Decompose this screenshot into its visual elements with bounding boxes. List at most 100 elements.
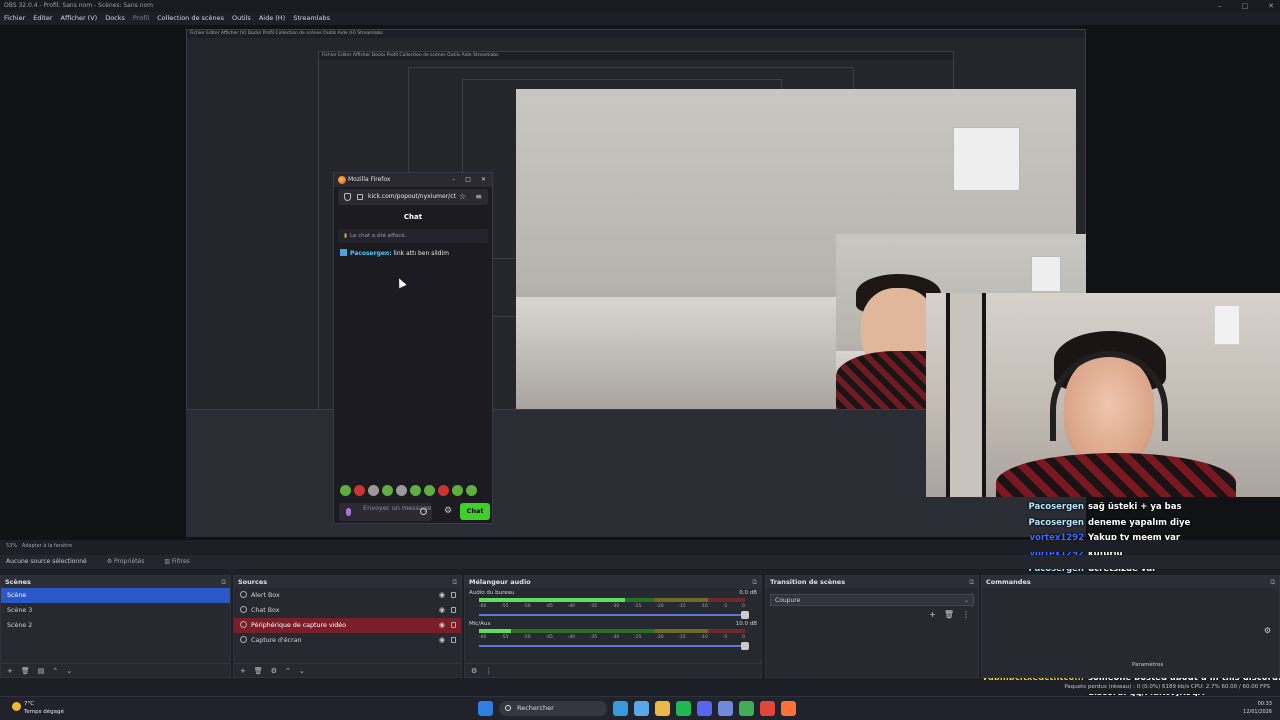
- firefox-popup-window[interactable]: Mozilla Firefox – □ ✕ kick.com/popout/ny…: [333, 172, 493, 524]
- taskbar-app-icon[interactable]: [697, 701, 712, 716]
- taskbar-app-icon[interactable]: [718, 701, 733, 716]
- source-item[interactable]: Chat Box ◉: [234, 603, 461, 618]
- chat-username[interactable]: Pacosergen:: [350, 250, 392, 257]
- volume-knob[interactable]: [741, 642, 749, 650]
- source-item[interactable]: Capture d'écran ◉: [234, 633, 461, 648]
- menu-item[interactable]: Collection de scènes: [157, 12, 224, 25]
- gear-icon[interactable]: ⚙: [444, 506, 452, 516]
- weather-widget[interactable]: 7°C Temps dégagé: [12, 700, 64, 716]
- gear-icon[interactable]: ⚙: [1264, 626, 1271, 635]
- emote-icon[interactable]: [466, 485, 477, 496]
- scene-filter-button[interactable]: ▤: [38, 664, 45, 677]
- search-label: Rechercher: [517, 704, 554, 712]
- zoom-value[interactable]: 53%: [6, 543, 17, 549]
- add-source-button[interactable]: +: [240, 664, 246, 677]
- taskbar-app-icon[interactable]: [634, 701, 649, 716]
- settings-button[interactable]: Paramètres: [1132, 662, 1163, 668]
- taskbar-app-icon[interactable]: [613, 701, 628, 716]
- lock-icon[interactable]: [451, 592, 456, 598]
- star-icon[interactable]: ☆: [459, 189, 466, 205]
- zoom-mode[interactable]: Adapter à la fenêtre: [22, 543, 72, 549]
- add-scene-button[interactable]: +: [7, 664, 13, 677]
- ff-minimize-icon[interactable]: –: [452, 173, 455, 187]
- transition-value: Coupure: [775, 597, 801, 604]
- menu-item[interactable]: Fichier: [4, 12, 25, 25]
- menu-icon[interactable]: ≡: [475, 189, 482, 205]
- meter-ticks: -60 -55 -50 -45 -40 -35 -30 -25 -20 -15 -10 -5 0: [479, 604, 757, 609]
- ff-close-icon[interactable]: ✕: [481, 173, 486, 187]
- menu-item[interactable]: Aide (H): [259, 12, 285, 25]
- mixer-settings-icon[interactable]: ⚙: [471, 664, 477, 677]
- volume-knob[interactable]: [741, 611, 749, 619]
- start-icon[interactable]: [478, 701, 493, 716]
- menu-item[interactable]: Editer: [33, 12, 52, 25]
- visibility-eye-icon[interactable]: ◉: [439, 603, 445, 618]
- taskbar-search[interactable]: Rechercher: [499, 701, 607, 716]
- taskbar-app-icon[interactable]: [781, 701, 796, 716]
- taskbar-app-icon[interactable]: [739, 701, 754, 716]
- visibility-eye-icon[interactable]: ◉: [439, 633, 445, 648]
- undock-icon[interactable]: ⧉: [1270, 576, 1275, 588]
- emote-icon[interactable]: [438, 485, 449, 496]
- emote-icon[interactable]: [382, 485, 393, 496]
- minimize-icon[interactable]: –: [1218, 0, 1222, 12]
- emote-icon[interactable]: [368, 485, 379, 496]
- mixer-menu-icon[interactable]: ⋮: [485, 664, 492, 677]
- source-item[interactable]: Alert Box ◉: [234, 588, 461, 603]
- source-item[interactable]: Périphérique de capture vidéo ◉: [234, 618, 461, 633]
- menu-item[interactable]: Afficher (V): [61, 12, 98, 25]
- remove-scene-button[interactable]: 🗑: [21, 664, 30, 677]
- transition-menu-icon[interactable]: ⋮: [962, 610, 970, 619]
- undock-icon[interactable]: ⧉: [221, 576, 226, 588]
- emote-icon[interactable]: [424, 485, 435, 496]
- lock-icon[interactable]: [451, 622, 456, 628]
- lock-icon[interactable]: [451, 637, 456, 643]
- meter-tick-label: -15: [678, 635, 686, 640]
- chat-input[interactable]: Envoyer un message: [339, 503, 432, 521]
- scene-item[interactable]: Scène: [1, 588, 230, 603]
- maximize-icon[interactable]: □: [1242, 0, 1249, 12]
- add-transition-button[interactable]: +: [929, 610, 936, 619]
- system-tray[interactable]: 00:33 12/01/2026: [1243, 700, 1272, 716]
- menu-item[interactable]: Profil: [133, 12, 149, 25]
- remove-transition-button[interactable]: 🗑: [944, 610, 954, 619]
- emoji-icon[interactable]: [420, 508, 427, 515]
- undock-icon[interactable]: ⧉: [752, 576, 757, 588]
- volume-slider[interactable]: [469, 611, 757, 619]
- move-down-button[interactable]: ⌄: [66, 664, 72, 677]
- menu-item[interactable]: Outils: [232, 12, 251, 25]
- taskbar-app-icon[interactable]: [760, 701, 775, 716]
- filters-button[interactable]: ▥ Filtres: [164, 555, 189, 569]
- lock-icon[interactable]: [357, 194, 363, 200]
- undock-icon[interactable]: ⧉: [452, 576, 457, 588]
- scene-item[interactable]: Scène 2: [1, 618, 230, 633]
- move-down-button[interactable]: ⌄: [299, 664, 305, 677]
- lock-icon[interactable]: [451, 607, 456, 613]
- transition-select[interactable]: Coupure ⌄: [770, 594, 974, 606]
- emote-icon[interactable]: [354, 485, 365, 496]
- taskbar-app-icon[interactable]: [655, 701, 670, 716]
- url-bar[interactable]: kick.com/popout/nyxiumer/ct ☆ ≡: [338, 189, 488, 205]
- taskbar-app-icon[interactable]: [676, 701, 691, 716]
- emote-icon[interactable]: [452, 485, 463, 496]
- scene-item[interactable]: Scène 3: [1, 603, 230, 618]
- emote-icon[interactable]: [396, 485, 407, 496]
- visibility-eye-icon[interactable]: ◉: [439, 588, 445, 603]
- chat-send-button[interactable]: Chat: [460, 503, 490, 520]
- properties-button[interactable]: ⚙ Propriétés: [107, 555, 145, 569]
- emote-icon[interactable]: [340, 485, 351, 496]
- menu-item[interactable]: Docks: [105, 12, 125, 25]
- source-settings-button[interactable]: ⚙: [271, 664, 277, 677]
- move-up-button[interactable]: ⌃: [285, 664, 291, 677]
- visibility-eye-icon[interactable]: ◉: [439, 618, 445, 633]
- close-icon[interactable]: ✕: [1268, 0, 1274, 12]
- move-up-button[interactable]: ⌃: [52, 664, 58, 677]
- mic-icon[interactable]: [346, 508, 351, 516]
- ff-maximize-icon[interactable]: □: [465, 173, 471, 187]
- volume-slider[interactable]: [469, 642, 757, 650]
- undock-icon[interactable]: ⧉: [969, 576, 974, 588]
- menu-item[interactable]: Streamlabs: [293, 12, 330, 25]
- shield-icon[interactable]: [344, 193, 351, 201]
- emote-icon[interactable]: [410, 485, 421, 496]
- remove-source-button[interactable]: 🗑: [254, 664, 263, 677]
